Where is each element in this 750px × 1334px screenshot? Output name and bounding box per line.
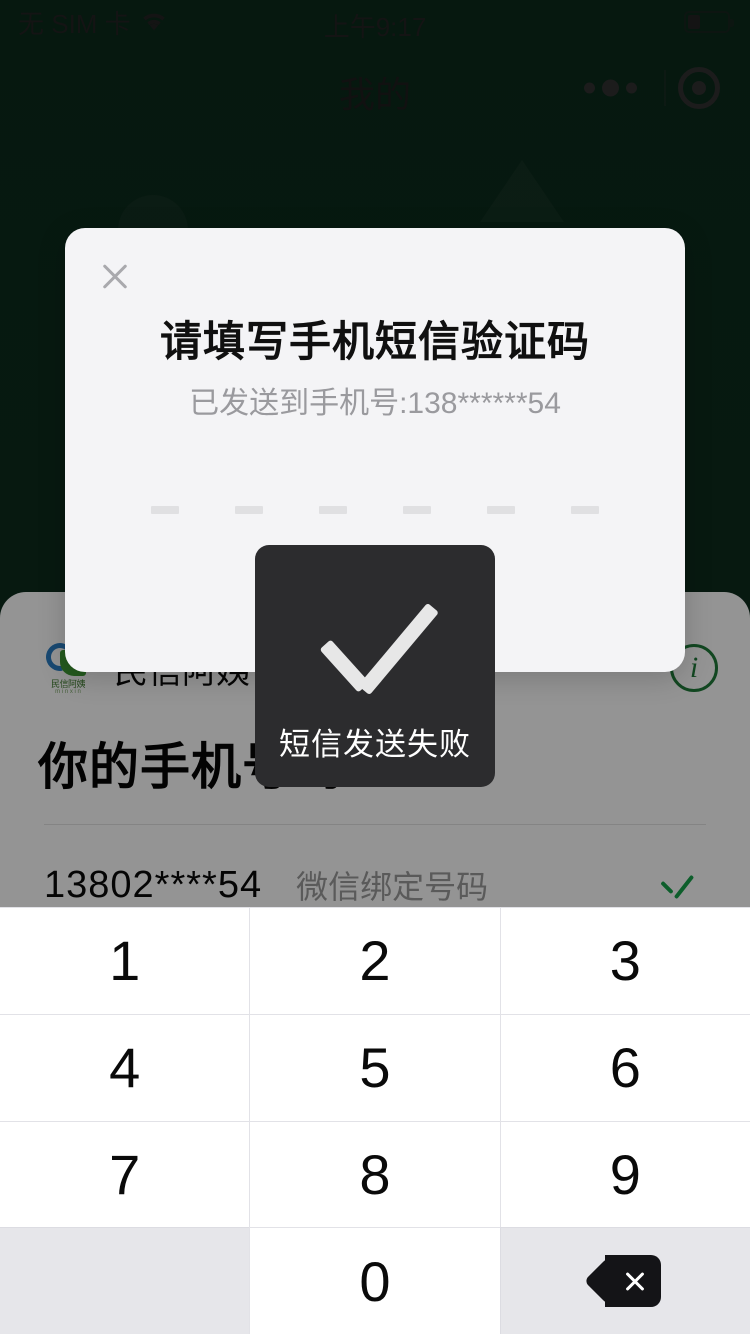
more-dots-icon[interactable]	[584, 79, 637, 97]
close-icon[interactable]	[89, 250, 141, 302]
modal-subtitle: 已发送到手机号:138******54	[189, 387, 561, 420]
key-1[interactable]: 1	[0, 907, 251, 1015]
key-backspace[interactable]	[499, 1227, 750, 1334]
battery-icon	[684, 11, 734, 33]
key-2[interactable]: 2	[249, 907, 501, 1015]
code-cell[interactable]	[565, 472, 605, 520]
key-7[interactable]: 7	[0, 1120, 251, 1229]
miniprogram-capsule	[560, 60, 736, 116]
code-cell[interactable]	[397, 472, 437, 520]
capsule-divider	[664, 70, 666, 106]
key-3[interactable]: 3	[499, 907, 750, 1015]
key-5[interactable]: 5	[249, 1013, 501, 1122]
numeric-keypad: 1 2 3 4 5 6 7 8 9 0	[0, 907, 750, 1334]
backspace-icon	[584, 1255, 662, 1308]
toast-message: 短信发送失败	[255, 545, 495, 787]
phone-screen: 民信阿姨 m i n x i n 民信阿姨 申请使用 i 你的手机号码 1380…	[0, 0, 750, 1334]
toast-text: 短信发送失败	[279, 727, 471, 762]
code-cell[interactable]	[145, 472, 185, 520]
status-bar: 无 SIM 卡 上午9:17	[0, 0, 750, 44]
key-9[interactable]: 9	[499, 1120, 750, 1229]
verification-code-input[interactable]	[145, 472, 605, 520]
code-cell[interactable]	[313, 472, 353, 520]
checkmark-icon	[309, 593, 441, 697]
code-cell[interactable]	[229, 472, 269, 520]
target-circle-icon[interactable]	[678, 67, 720, 109]
key-0[interactable]: 0	[249, 1227, 501, 1334]
key-4[interactable]: 4	[0, 1013, 251, 1122]
key-blank	[0, 1227, 251, 1334]
key-8[interactable]: 8	[249, 1120, 501, 1229]
modal-title: 请填写手机短信验证码	[159, 318, 590, 365]
nav-bar: 我的	[0, 44, 750, 128]
code-cell[interactable]	[481, 472, 521, 520]
key-6[interactable]: 6	[499, 1013, 750, 1122]
clock-label: 上午9:17	[323, 12, 427, 42]
